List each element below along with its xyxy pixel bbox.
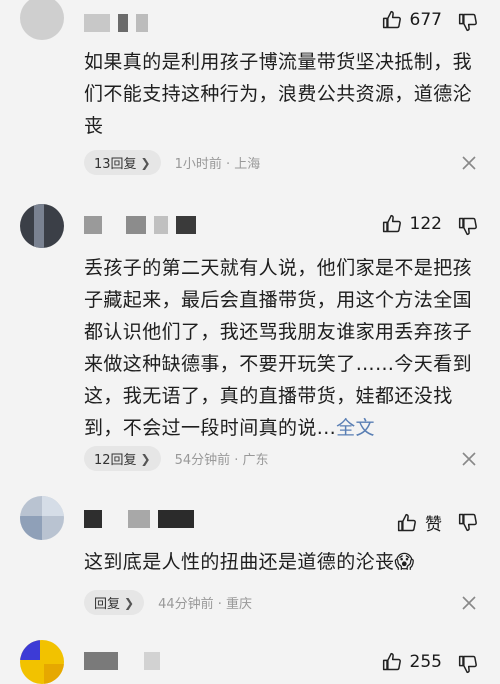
replies-button[interactable]: 12回复 ❯ <box>84 446 161 471</box>
thumbs-down-icon[interactable] <box>458 654 478 674</box>
thumbs-down-icon[interactable] <box>458 12 478 32</box>
comment-text: 这到底是人性的扭曲还是道德的沦丧😱 <box>84 546 479 578</box>
comment-4: 255 <box>0 630 500 684</box>
timestamp-location: 54分钟前 · 广东 <box>174 453 269 468</box>
username-obscured[interactable] <box>84 14 148 32</box>
close-icon[interactable] <box>462 452 476 466</box>
thumbs-up-icon <box>382 652 401 671</box>
username-obscured[interactable] <box>84 510 194 528</box>
chevron-right-icon: ❯ <box>124 595 135 610</box>
replies-button[interactable]: 回复 ❯ <box>84 590 145 615</box>
chevron-right-icon: ❯ <box>140 451 151 466</box>
like-button[interactable]: 122 <box>382 214 442 234</box>
avatar[interactable] <box>20 0 64 40</box>
comment-text: 如果真的是利用孩子博流量带货坚决抵制，我们不能支持这种行为，浪费公共资源，道德沦… <box>84 51 473 137</box>
replies-label: 12回复 <box>94 453 137 468</box>
close-icon[interactable] <box>462 596 476 610</box>
comment-2: 122 丢孩子的第二天就有人说，他们家是不是把孩子藏起来，最后会直播带货，用这个… <box>0 200 500 490</box>
comment-text-body: 丢孩子的第二天就有人说，他们家是不是把孩子藏起来，最后会直播带货，用这个方法全国… <box>84 257 473 439</box>
like-button[interactable]: 赞 <box>397 510 442 535</box>
avatar[interactable] <box>20 496 64 540</box>
emoji-scream: 😱 <box>394 551 415 573</box>
username-obscured[interactable] <box>84 652 160 670</box>
avatar[interactable] <box>20 204 64 248</box>
like-count: 255 <box>409 652 442 672</box>
comment-meta: 13回复 ❯ 1小时前 · 上海 <box>84 150 260 175</box>
timestamp-location: 1小时前 · 上海 <box>174 157 261 172</box>
comment-3: 赞 这到底是人性的扭曲还是道德的沦丧😱 回复 ❯ 44分钟前 · 重庆 <box>0 490 500 630</box>
comment-text: 丢孩子的第二天就有人说，他们家是不是把孩子藏起来，最后会直播带货，用这个方法全国… <box>84 252 479 444</box>
replies-button[interactable]: 13回复 ❯ <box>84 150 161 175</box>
thumbs-up-icon <box>397 513 416 531</box>
like-button[interactable]: 677 <box>382 10 442 30</box>
chevron-right-icon: ❯ <box>140 155 151 170</box>
like-button[interactable]: 255 <box>382 652 442 672</box>
avatar[interactable] <box>20 640 64 684</box>
close-icon[interactable] <box>462 156 476 170</box>
comment-meta: 回复 ❯ 44分钟前 · 重庆 <box>84 590 252 615</box>
thumbs-up-icon <box>382 10 401 29</box>
comment-1: 677 如果真的是利用孩子博流量带货坚决抵制，我们不能支持这种行为，浪费公共资源… <box>0 0 500 200</box>
replies-label: 13回复 <box>94 157 137 172</box>
like-count: 677 <box>409 10 442 30</box>
thumbs-up-icon <box>382 214 401 233</box>
timestamp-location: 44分钟前 · 重庆 <box>158 597 253 612</box>
expand-full-link[interactable]: 全文 <box>336 417 375 439</box>
thumbs-down-icon[interactable] <box>458 216 478 236</box>
replies-label: 回复 <box>94 597 121 612</box>
comment-meta: 12回复 ❯ 54分钟前 · 广东 <box>84 446 269 471</box>
comment-text-body: 这到底是人性的扭曲还是道德的沦丧 <box>84 551 395 573</box>
thumbs-down-icon[interactable] <box>458 512 478 532</box>
username-obscured[interactable] <box>84 216 196 234</box>
like-label: 赞 <box>425 515 442 535</box>
like-count: 122 <box>409 214 442 234</box>
